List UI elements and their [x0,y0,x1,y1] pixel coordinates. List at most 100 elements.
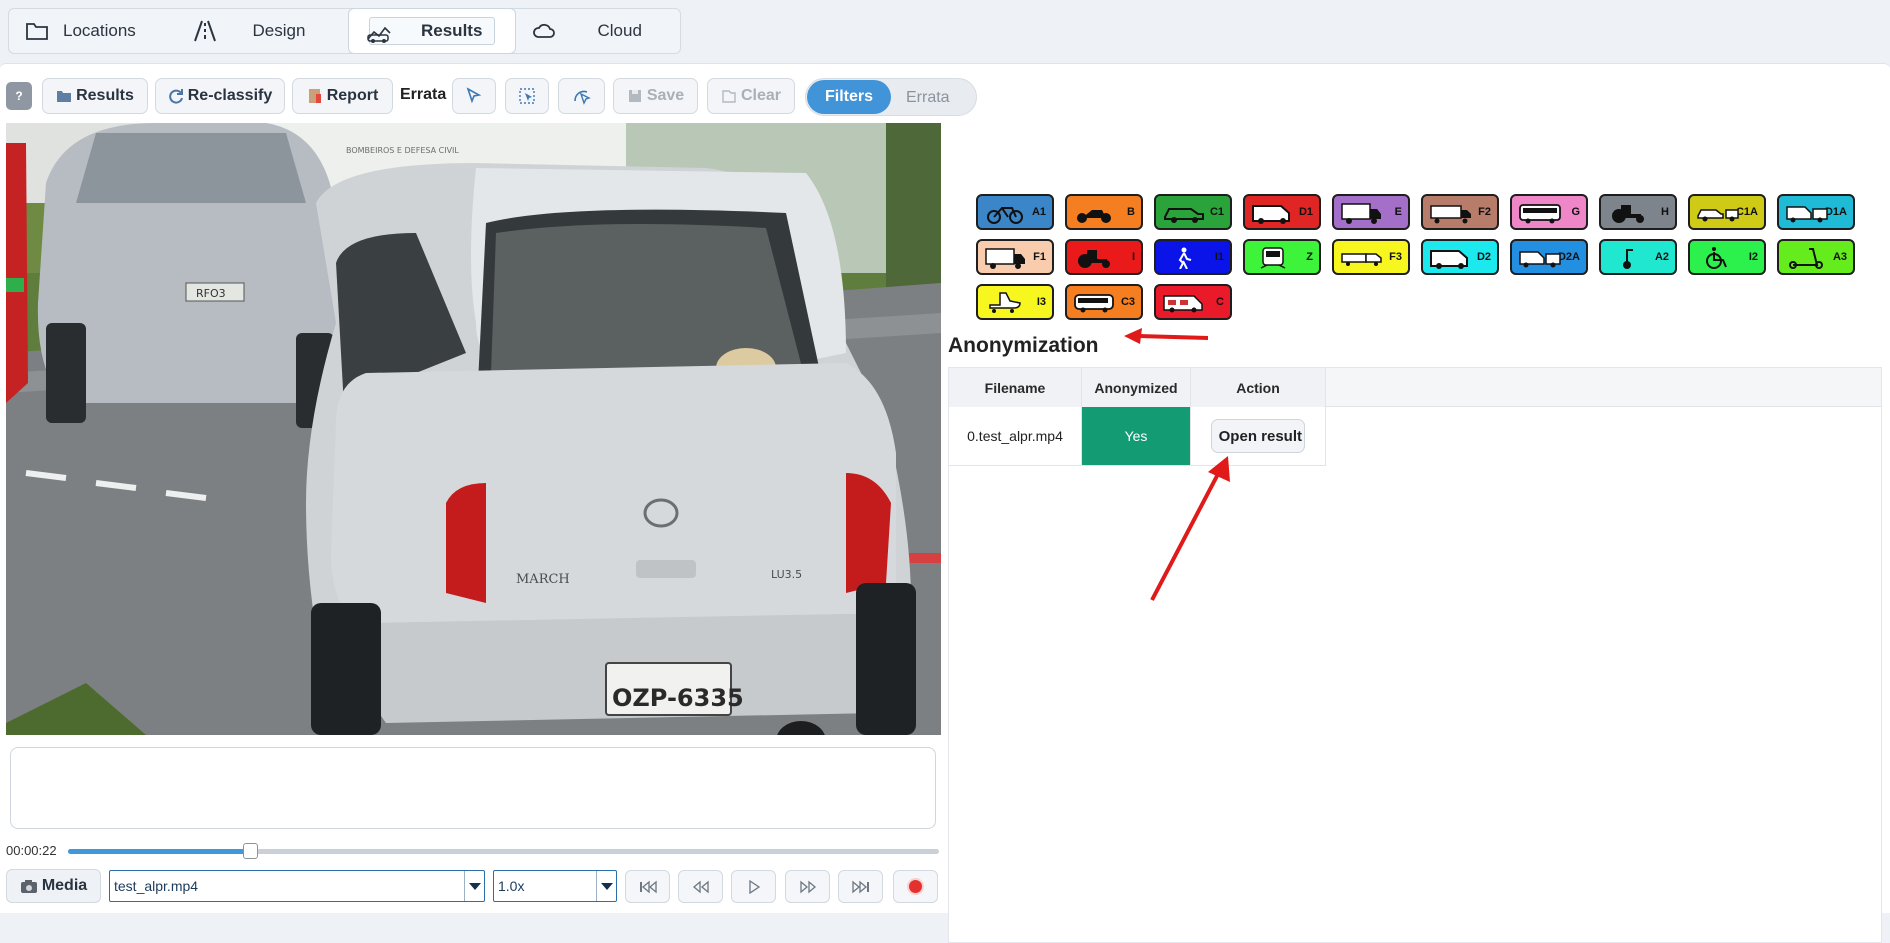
road-icon [193,20,216,42]
current-time: 00:00:22 [6,843,57,858]
tractor-icon [1078,250,1110,268]
train-icon [1260,247,1286,269]
vehicle-class-chip-a3[interactable]: A3 [1777,239,1855,275]
select-tool-button[interactable] [452,78,496,114]
chip-label: D1 [1298,206,1313,218]
lasso-tool-button[interactable] [558,78,605,114]
skip-start-icon [639,880,657,893]
vehicle-class-chip-c1a[interactable]: C1A [1688,194,1766,230]
report-button[interactable]: Report [292,78,393,114]
cloud-icon [532,23,555,38]
vehicle-class-chip-h[interactable]: H [1599,194,1677,230]
lasso-icon [573,90,591,105]
chip-label: F2 [1478,206,1491,218]
refresh-icon [168,89,183,104]
vehicle-class-chip-d2[interactable]: D2 [1421,239,1499,275]
vehicle-class-chip-a2[interactable]: A2 [1599,239,1677,275]
vehicle-class-chip-c3[interactable]: C3 [1065,284,1143,320]
results-panel: ? Results Re-classify Report Errata Save [0,63,1890,943]
tab-cloud[interactable]: Cloud [516,9,681,53]
vehicle-class-chip-z[interactable]: Z [1243,239,1321,275]
van-trailer-icon [1786,206,1828,223]
vehicle-class-chip-i[interactable]: I [1065,239,1143,275]
chip-label: C1 [1209,206,1224,218]
chip-label: A2 [1654,251,1669,263]
rewind-button[interactable] [678,870,723,903]
skip-to-start-button[interactable] [625,870,670,903]
results-button[interactable]: Results [42,78,148,114]
vehicle-class-chip-a1[interactable]: A1 [976,194,1054,230]
chip-label: I [1131,251,1135,263]
skip-to-end-button[interactable] [838,870,883,903]
filters-errata-toggle: Filters Errata [805,78,977,116]
rewind-icon [692,880,709,893]
save-button[interactable]: Save [613,78,698,114]
vehicle-class-chip-f1[interactable]: F1 [976,239,1054,275]
media-file-select[interactable]: test_alpr.mp4 [109,870,485,902]
reclassify-button[interactable]: Re-classify [155,78,285,114]
vehicle-class-chip-i1[interactable]: I1 [1154,239,1232,275]
chip-label: B [1127,206,1135,218]
tab-results[interactable]: Results [348,8,516,54]
vehicle-class-chip-f2[interactable]: F2 [1421,194,1499,230]
table-header: Filename Anonymized Action [949,368,1881,407]
back-plate-text: RFO3 [196,287,226,300]
chevron-down-icon [596,871,616,901]
play-icon [748,879,760,894]
chip-label: D2 [1476,251,1491,263]
seek-slider[interactable] [68,843,939,859]
column-filename[interactable]: Filename [949,368,1082,407]
button-label: Media [41,877,88,894]
tab-locations[interactable]: Locations [9,9,179,53]
vehicle-class-chip-d1[interactable]: D1 [1243,194,1321,230]
box-select-tool-button[interactable] [505,78,549,114]
vehicle-class-chip-c[interactable]: C [1154,284,1232,320]
tractor-icon [1612,205,1644,223]
clear-icon [722,90,736,103]
vehicle-class-chip-f3[interactable]: F3 [1332,239,1410,275]
tab-label: Locations [63,21,136,40]
tab-design[interactable]: Design [179,9,349,53]
vehicle-class-chip-i2[interactable]: I2 [1688,239,1766,275]
video-frame[interactable]: BOMBEIROS E DEFESA CIVIL RFO3 MARCH LU3.… [6,123,941,735]
column-anonymized[interactable]: Anonymized [1082,368,1191,407]
truck-icon [1341,203,1381,224]
car-model-text: MARCH [516,572,570,587]
filters-toggle-option[interactable]: Filters [807,80,891,114]
help-button[interactable]: ? [6,82,32,110]
chip-label: I1 [1214,251,1224,263]
media-button[interactable]: Media [6,869,101,903]
column-action[interactable]: Action [1191,368,1326,407]
vehicle-class-chip-c1[interactable]: C1 [1154,194,1232,230]
report-icon [308,89,321,103]
caption-text-area[interactable] [10,747,936,829]
annotation-arrow-button [1150,456,1230,601]
vehicle-class-chip-e[interactable]: E [1332,194,1410,230]
vehicle-class-chip-i3[interactable]: I3 [976,284,1054,320]
play-button[interactable] [731,870,776,903]
truck-icon [985,248,1025,269]
anonymization-table: Filename Anonymized Action 0.test_alpr.m… [948,367,1882,943]
vehicle-class-chip-b[interactable]: B [1065,194,1143,230]
errata-toggle-option[interactable]: Errata [906,89,950,107]
vehicle-class-chip-d2a[interactable]: D2A [1510,239,1588,275]
car-trim-text: LU3.5 [771,568,802,581]
chip-label: G [1571,206,1580,218]
playback-speed-select[interactable]: 1.0x [493,870,617,902]
clear-button[interactable]: Clear [707,78,795,114]
vehicle-class-chip-g[interactable]: G [1510,194,1588,230]
chip-label: C3 [1120,296,1135,308]
open-result-button[interactable]: Open result [1211,419,1305,453]
chip-label: A1 [1031,206,1046,218]
fast-forward-button[interactable] [785,870,830,903]
car-trailer-icon [1697,209,1739,222]
seek-thumb[interactable] [243,843,259,859]
vehicle-class-chip-d1a[interactable]: D1A [1777,194,1855,230]
button-label: Results [76,87,134,104]
results-toolbar: ? Results Re-classify Report Errata Save [0,64,1890,122]
record-button[interactable] [893,870,938,903]
skate-icon [989,292,1021,313]
pedestrian-icon [1178,247,1192,269]
button-label: Report [326,87,379,104]
tab-label: Design [252,21,306,40]
